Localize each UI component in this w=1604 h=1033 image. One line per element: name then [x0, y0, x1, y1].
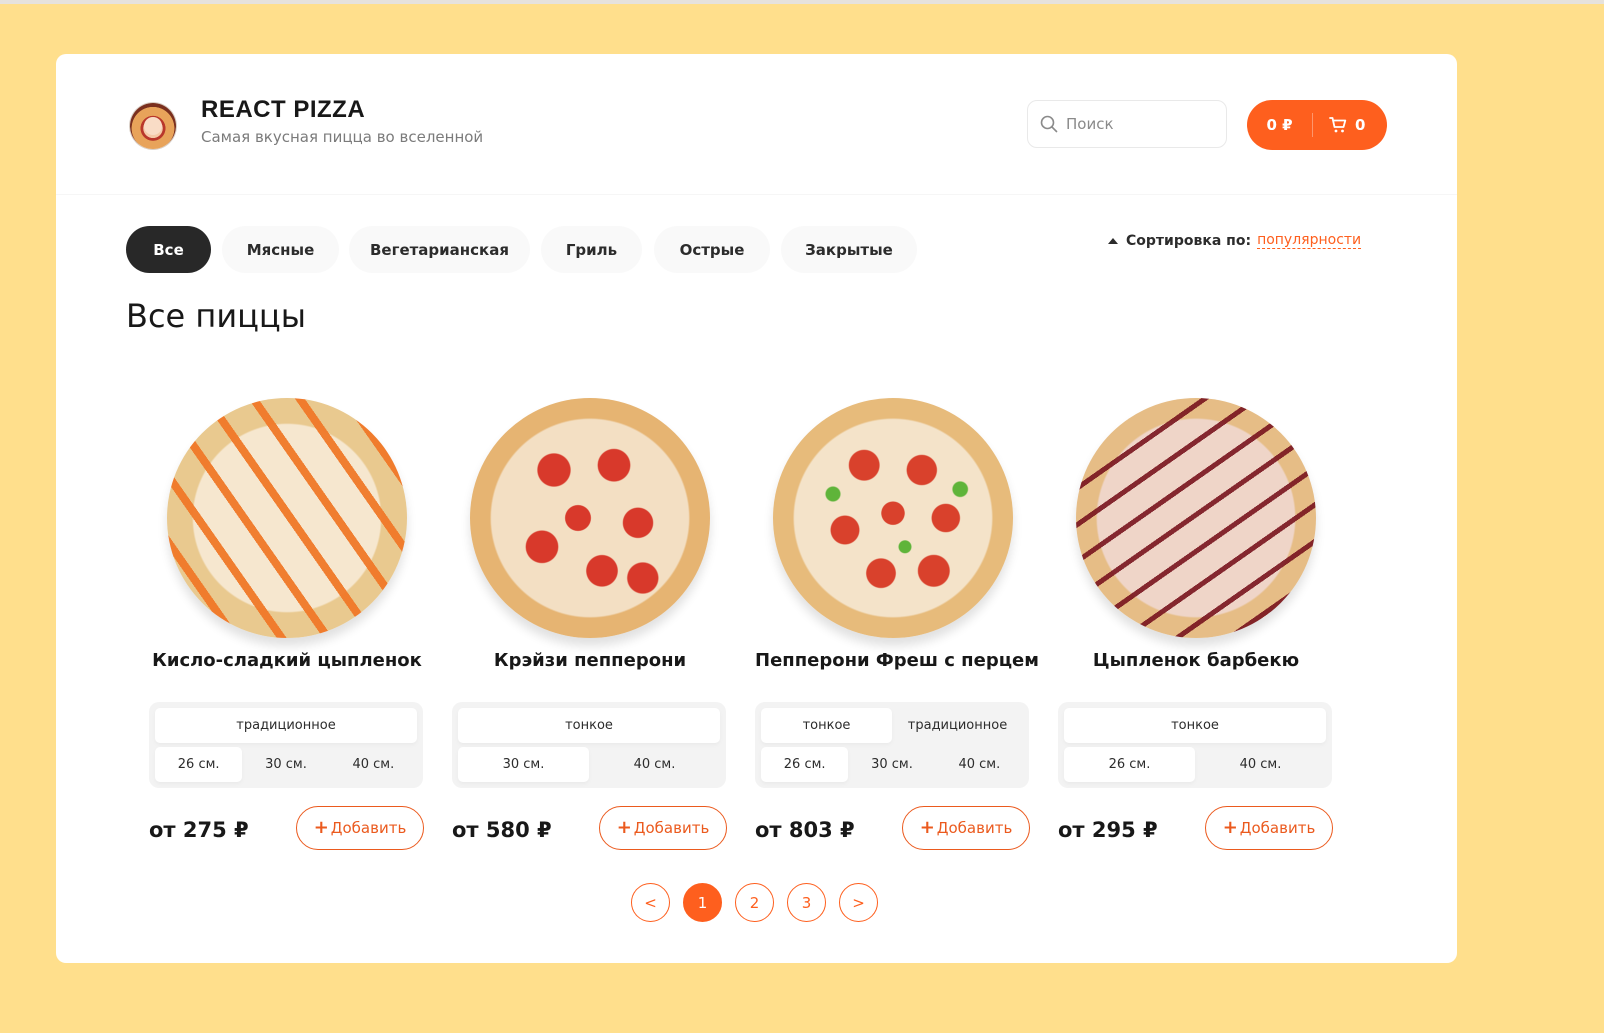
add-button-label: Добавить	[633, 819, 710, 837]
cart-icon	[1329, 117, 1347, 133]
pizza-price: от 275 ₽	[149, 818, 249, 842]
page-title: Все пиццы	[126, 297, 306, 335]
cart-count: 0	[1355, 116, 1366, 134]
app-container: REACT PIZZA Самая вкусная пицца во вселе…	[56, 54, 1457, 963]
pizza-options: тонкое традиционное 26 см. 30 см. 40 см.	[755, 702, 1029, 788]
category-vegetarian[interactable]: Вегетарианская	[349, 226, 530, 273]
cart-total-price: 0 ₽	[1266, 116, 1293, 134]
pagination-prev-button[interactable]: <	[631, 883, 670, 922]
search-input[interactable]	[1066, 111, 1216, 137]
pizza-card: Кисло-сладкий цыпленок традиционное 26 с…	[149, 398, 425, 858]
add-button-label: Добавить	[1239, 819, 1316, 837]
category-grill[interactable]: Гриль	[541, 226, 642, 273]
brand-title[interactable]: REACT PIZZA	[201, 96, 365, 124]
size-option[interactable]: 30 см.	[458, 747, 589, 782]
size-option[interactable]: 26 см.	[155, 747, 243, 782]
add-to-cart-button[interactable]: + Добавить	[902, 806, 1030, 850]
pizza-options: тонкое 26 см. 40 см.	[1058, 702, 1332, 788]
category-closed[interactable]: Закрытые	[781, 226, 917, 273]
pizza-card: Цыпленок барбекю тонкое 26 см. 40 см. от…	[1058, 398, 1334, 858]
browser-edge	[0, 0, 1604, 4]
size-option[interactable]: 40 см.	[589, 747, 720, 782]
pagination-next-button[interactable]: >	[839, 883, 878, 922]
dough-type-option[interactable]: тонкое	[1064, 708, 1326, 743]
size-option[interactable]: 40 см.	[1195, 747, 1326, 782]
pizza-image	[773, 398, 1013, 638]
pizza-price: от 803 ₽	[755, 818, 855, 842]
size-option[interactable]: 26 см.	[1064, 747, 1195, 782]
sort-label: Сортировка по:	[1126, 232, 1252, 249]
add-button-label: Добавить	[330, 819, 407, 837]
sort-value[interactable]: популярности	[1257, 232, 1362, 249]
size-option[interactable]: 26 см.	[761, 747, 849, 782]
dough-type-option[interactable]: традиционное	[892, 708, 1023, 743]
cart-count-wrap: 0	[1313, 116, 1365, 134]
brand-subtitle: Самая вкусная пицца во вселенной	[201, 128, 484, 146]
sort-control: Сортировка по: популярности	[1108, 232, 1362, 249]
pagination-page-1[interactable]: 1	[683, 883, 722, 922]
pizza-image	[1076, 398, 1316, 638]
pizza-name: Крэйзи пепперони	[493, 650, 687, 671]
pizza-options: тонкое 30 см. 40 см.	[452, 702, 726, 788]
pizza-options: традиционное 26 см. 30 см. 40 см.	[149, 702, 423, 788]
pizza-name: Цыпленок барбекю	[1092, 650, 1300, 671]
pagination-page-3[interactable]: 3	[787, 883, 826, 922]
add-to-cart-button[interactable]: + Добавить	[1205, 806, 1333, 850]
pizza-price: от 295 ₽	[1058, 818, 1158, 842]
search-box	[1027, 100, 1227, 148]
pizza-card: Пепперони Фреш с перцем тонкое традицион…	[755, 398, 1039, 858]
add-to-cart-button[interactable]: + Добавить	[599, 806, 727, 850]
pizza-image	[167, 398, 407, 638]
dough-type-option[interactable]: традиционное	[155, 708, 417, 743]
plus-icon: +	[919, 817, 935, 838]
category-meat[interactable]: Мясные	[222, 226, 339, 273]
size-option[interactable]: 30 см.	[242, 747, 329, 782]
cart-button[interactable]: 0 ₽ 0	[1247, 100, 1387, 150]
pizza-name: Кисло-сладкий цыпленок	[152, 650, 422, 671]
add-to-cart-button[interactable]: + Добавить	[296, 806, 424, 850]
pizza-name: Пепперони Фреш с перцем	[755, 650, 1039, 671]
plus-icon: +	[1222, 817, 1238, 838]
header: REACT PIZZA Самая вкусная пицца во вселе…	[56, 54, 1457, 195]
size-option[interactable]: 40 см.	[936, 747, 1023, 782]
pagination: < 1 2 3 >	[631, 883, 878, 922]
size-option[interactable]: 40 см.	[330, 747, 417, 782]
plus-icon: +	[616, 817, 632, 838]
pizza-price: от 580 ₽	[452, 818, 552, 842]
plus-icon: +	[313, 817, 329, 838]
category-all[interactable]: Все	[126, 226, 211, 273]
sort-arrow-icon	[1108, 237, 1118, 244]
dough-type-option[interactable]: тонкое	[761, 708, 892, 743]
pizza-image	[470, 398, 710, 638]
dough-type-option[interactable]: тонкое	[458, 708, 720, 743]
add-button-label: Добавить	[936, 819, 1013, 837]
pizza-card: Крэйзи пепперони тонкое 30 см. 40 см. от…	[452, 398, 728, 858]
search-icon	[1040, 115, 1058, 133]
pagination-page-2[interactable]: 2	[735, 883, 774, 922]
size-option[interactable]: 30 см.	[848, 747, 935, 782]
pizza-logo-icon[interactable]	[130, 103, 176, 149]
category-spicy[interactable]: Острые	[654, 226, 770, 273]
